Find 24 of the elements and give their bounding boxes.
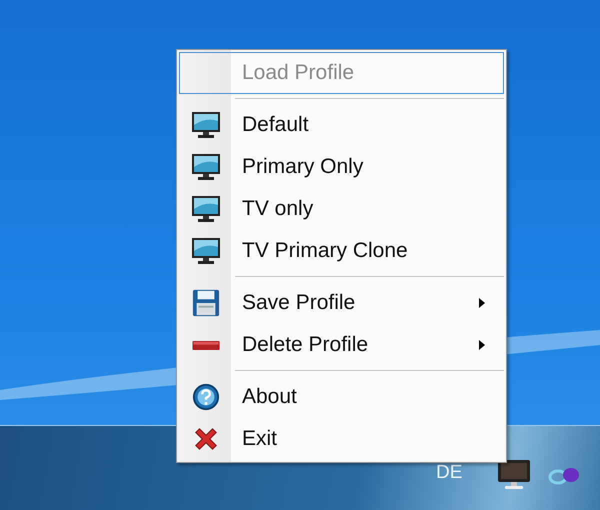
menu-item[interactable]: Exit	[179, 418, 504, 460]
help-icon	[192, 383, 220, 411]
menu-item[interactable]: About	[179, 376, 504, 418]
monitor-icon	[191, 237, 221, 265]
menu-item[interactable]: Save Profile	[179, 282, 504, 324]
monitor-icon[interactable]	[496, 458, 532, 490]
menu-item[interactable]: Primary Only	[179, 146, 504, 188]
menu-item-label: Save Profile	[242, 291, 356, 315]
monitor-icon	[191, 111, 221, 139]
menu-item-label: About	[242, 385, 298, 409]
menu-item-label: TV only	[242, 197, 314, 221]
minus-icon	[192, 340, 220, 350]
menu-item[interactable]: Delete Profile	[179, 324, 504, 366]
menu-item[interactable]: Default	[179, 104, 504, 146]
menu-item-label: Primary Only	[242, 155, 364, 179]
monitor-icon	[191, 153, 221, 181]
menu-item-label: Exit	[242, 427, 278, 451]
menu-item[interactable]: TV only	[179, 188, 504, 230]
monitor-icon	[191, 195, 221, 223]
menu-item-label: Load Profile	[242, 61, 356, 85]
menu-item-label: Delete Profile	[242, 333, 370, 357]
menu-item-label: Default	[242, 113, 310, 137]
menu-item[interactable]: TV Primary Clone	[179, 230, 504, 272]
menu-item-label: TV Primary Clone	[242, 239, 409, 263]
